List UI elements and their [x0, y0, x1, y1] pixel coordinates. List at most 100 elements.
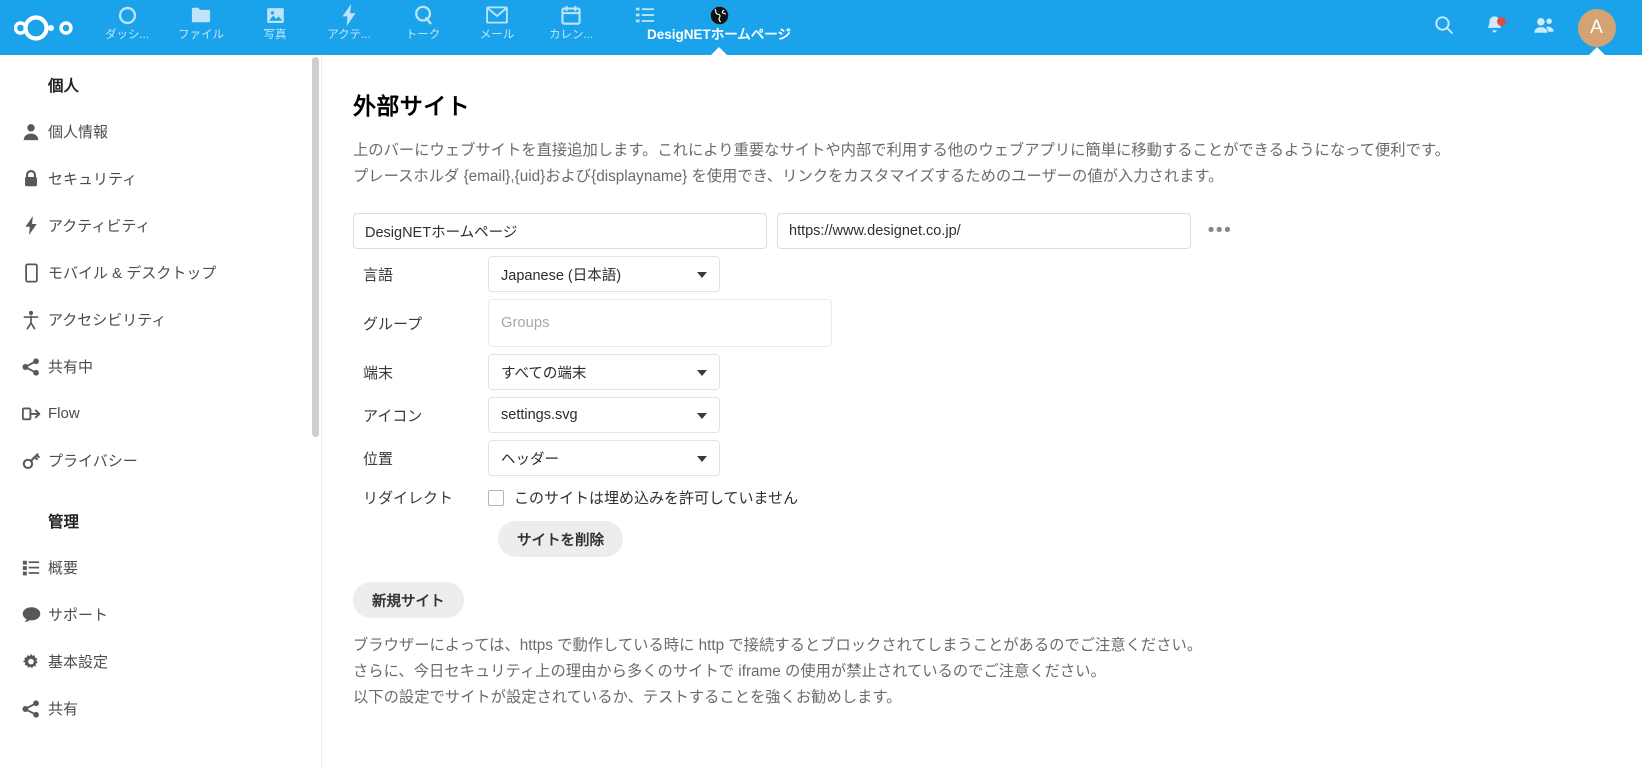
- sidebar-item-activity[interactable]: アクティビティ: [0, 202, 321, 249]
- contacts-button[interactable]: [1519, 0, 1569, 55]
- new-site-button[interactable]: 新規サイト: [353, 582, 464, 618]
- sidebar-item-overview[interactable]: 概要: [0, 544, 321, 591]
- app-item-dashboard[interactable]: ダッシ...: [90, 0, 164, 55]
- app-item-calendar[interactable]: カレン...: [534, 0, 608, 55]
- app-item-photos[interactable]: 写真: [238, 0, 312, 55]
- bolt-icon: [14, 216, 48, 235]
- sidebar-item-label: アクセシビリティ: [48, 312, 167, 329]
- chevron-down-icon: [697, 413, 707, 419]
- app-item-activity[interactable]: アクテ...: [312, 0, 386, 55]
- language-select-value: Japanese (日本語): [501, 267, 622, 284]
- field-label-groups: グループ: [363, 315, 423, 333]
- active-app-caret: [710, 47, 728, 56]
- sidebar-item-label: 個人情報: [48, 124, 109, 141]
- field-label-position: 位置: [363, 450, 394, 468]
- lock-icon: [14, 169, 48, 188]
- mobile-device-icon: [14, 262, 48, 283]
- page-title: 外部サイト: [353, 93, 470, 119]
- field-label-language: 言語: [363, 266, 394, 284]
- sidebar-item-flow[interactable]: Flow: [0, 390, 321, 437]
- app-label: カレン...: [548, 29, 594, 41]
- sidebar-item-personal-info[interactable]: 個人情報: [0, 108, 321, 155]
- chevron-down-icon: [697, 456, 707, 462]
- description-line-1: 上のバーにウェブサイトを直接追加します。これにより重要なサイトや内部で利用する他…: [353, 142, 1450, 159]
- sidebar-item-label: プライバシー: [48, 453, 138, 470]
- field-label-redirect: リダイレクト: [363, 490, 454, 507]
- nextcloud-logo-icon: [14, 14, 73, 41]
- notification-badge-dot: [1497, 17, 1506, 26]
- settings-navigation: 個人 個人情報 セキュリティ アクティビティ モバイル & デスクトップ アクセ…: [0, 55, 322, 769]
- delete-site-row: サイトを削除: [353, 521, 1642, 557]
- sidebar-item-label: サポート: [48, 607, 109, 624]
- sidebar-item-basic-settings[interactable]: 基本設定: [0, 638, 321, 685]
- nav-caption-personal: 個人: [48, 78, 80, 95]
- position-select[interactable]: ヘッダー: [488, 440, 720, 476]
- chevron-down-icon: [697, 370, 707, 376]
- app-menu: ダッシ... ファイル 写真 アクテ... トーク メール カレン... Des…: [90, 0, 1419, 56]
- app-label: 写真: [263, 29, 287, 41]
- chevron-down-icon: [697, 272, 707, 278]
- note-line-3: 以下の設定でサイトが設定されているか、テストすることを強くお勧めします。: [353, 689, 902, 706]
- site-url-input[interactable]: [777, 213, 1191, 249]
- sidebar-item-label: アクティビティ: [48, 218, 151, 235]
- icon-select-value: settings.svg: [501, 407, 578, 423]
- language-select[interactable]: Japanese (日本語): [488, 256, 720, 292]
- description-line-2: プレースホルダ {email},{uid}および{displayname} を使…: [353, 168, 1224, 185]
- user-menu-caret: [1587, 47, 1606, 56]
- app-label: ダッシ...: [104, 29, 150, 41]
- gear-icon: [14, 653, 48, 671]
- nav-caption-administration: 管理: [48, 514, 80, 531]
- talk-icon: [412, 4, 434, 26]
- redirect-checkbox[interactable]: [488, 489, 504, 506]
- tasks-list-icon: [634, 4, 656, 26]
- sidebar-item-support[interactable]: サポート: [0, 591, 321, 638]
- sidebar-item-accessibility[interactable]: アクセシビリティ: [0, 296, 321, 343]
- user-menu-button[interactable]: A: [1569, 0, 1624, 56]
- field-label-icon: アイコン: [363, 407, 423, 425]
- app-item-talk[interactable]: トーク: [386, 0, 460, 55]
- device-select[interactable]: すべての端末: [488, 354, 720, 390]
- sidebar-item-mobile-desktop[interactable]: モバイル & デスクトップ: [0, 249, 321, 296]
- note-line-2: さらに、今日セキュリティ上の理由から多くのサイトで iframe の使用が禁止さ…: [353, 663, 1106, 680]
- new-site-row: 新規サイト: [353, 582, 1642, 618]
- site-actions-menu-icon[interactable]: •••: [1205, 216, 1235, 246]
- sidebar-item-label: 共有: [48, 701, 79, 718]
- site-name-input[interactable]: [353, 213, 767, 249]
- sidebar-item-label: 基本設定: [48, 654, 109, 671]
- note-line-1: ブラウザーによっては、https で動作している時に http で接続するとブロ…: [353, 637, 1203, 654]
- notifications-button[interactable]: [1469, 0, 1519, 55]
- search-button[interactable]: [1419, 0, 1469, 55]
- site-name-url-row: •••: [353, 213, 1642, 249]
- share-icon: [14, 699, 48, 718]
- sidebar-item-sharing-admin[interactable]: 共有: [0, 685, 321, 732]
- support-bubble-icon: [14, 606, 48, 623]
- sidebar-item-label: セキュリティ: [48, 171, 138, 188]
- nextcloud-logo[interactable]: [0, 0, 90, 55]
- search-icon: [1434, 15, 1454, 40]
- app-item-designet-homepage[interactable]: DesigNETホームページ: [647, 0, 791, 56]
- app-item-files[interactable]: ファイル: [164, 0, 238, 55]
- sidebar-item-security[interactable]: セキュリティ: [0, 155, 321, 202]
- app-label: トーク: [405, 29, 441, 41]
- groups-input[interactable]: [488, 299, 832, 347]
- sidebar-item-label: 共有中: [48, 359, 94, 376]
- delete-site-button[interactable]: サイトを削除: [498, 521, 623, 557]
- accessibility-icon: [14, 310, 48, 330]
- sidebar-scrollbar[interactable]: [312, 57, 319, 437]
- field-row-position: 位置 ヘッダー: [353, 440, 1642, 476]
- app-item-mail[interactable]: メール: [460, 0, 534, 55]
- field-row-redirect: リダイレクト このサイトは埋め込みを許可していません: [353, 487, 1642, 508]
- sidebar-item-privacy[interactable]: プライバシー: [0, 437, 321, 484]
- dashboard-icon: [116, 4, 138, 26]
- activity-bolt-icon: [338, 4, 360, 26]
- contacts-icon: [1533, 16, 1555, 39]
- sidebar-item-label: Flow: [48, 405, 80, 422]
- position-select-value: ヘッダー: [501, 451, 559, 468]
- site-edit-form: ••• 言語 Japanese (日本語) グループ 端末 すべての端末 アイコ…: [353, 213, 1642, 557]
- settings-content: 外部サイト 上のバーにウェブサイトを直接追加します。これにより重要なサイトや内部…: [323, 55, 1642, 769]
- icon-select[interactable]: settings.svg: [488, 397, 720, 433]
- app-label: アクテ...: [327, 29, 371, 41]
- device-select-value: すべての端末: [501, 365, 587, 382]
- flow-arrow-icon: [14, 406, 48, 422]
- sidebar-item-sharing[interactable]: 共有中: [0, 343, 321, 390]
